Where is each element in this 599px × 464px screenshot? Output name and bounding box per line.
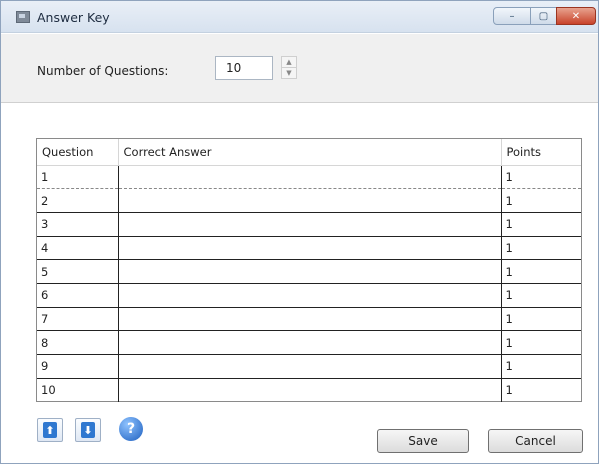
- save-button[interactable]: Save: [377, 429, 469, 453]
- window-controls: – ▢ ✕: [493, 7, 596, 25]
- table-row[interactable]: 8 1: [37, 330, 581, 355]
- points-cell[interactable]: 1: [500, 188, 581, 213]
- question-cell[interactable]: 6: [37, 283, 119, 308]
- points-cell[interactable]: 1: [500, 307, 581, 332]
- column-header-correct-answer[interactable]: Correct Answer: [118, 139, 502, 166]
- table-row[interactable]: 1 1: [37, 164, 581, 190]
- cancel-button[interactable]: Cancel: [488, 429, 583, 453]
- question-cell[interactable]: 5: [37, 259, 119, 284]
- app-icon: [16, 11, 30, 23]
- arrow-down-icon: ⬇: [81, 422, 95, 438]
- answer-key-window: Answer Key – ▢ ✕ Number of Questions: 10…: [0, 0, 599, 464]
- move-up-button[interactable]: ⬆: [37, 418, 63, 442]
- answer-cell[interactable]: [117, 236, 502, 261]
- settings-panel: Number of Questions: 10 ▲ ▼: [1, 34, 598, 102]
- num-questions-spinner[interactable]: ▲ ▼: [281, 56, 297, 80]
- column-header-points[interactable]: Points: [501, 139, 581, 166]
- question-cell[interactable]: 3: [37, 212, 119, 237]
- table-row[interactable]: 7 1: [37, 307, 581, 332]
- maximize-button[interactable]: ▢: [530, 7, 557, 25]
- column-header-question[interactable]: Question: [37, 139, 119, 166]
- question-cell[interactable]: 10: [37, 378, 119, 402]
- table-row[interactable]: 5 1: [37, 259, 581, 284]
- table-row[interactable]: 4 1: [37, 236, 581, 261]
- answer-cell[interactable]: [117, 212, 502, 237]
- spin-down-icon[interactable]: ▼: [281, 67, 297, 79]
- num-questions-label: Number of Questions:: [37, 64, 169, 78]
- table-row[interactable]: 9 1: [37, 354, 581, 379]
- minimize-button[interactable]: –: [493, 7, 531, 25]
- num-questions-input[interactable]: 10: [215, 56, 273, 80]
- points-cell[interactable]: 1: [500, 236, 581, 261]
- table-row[interactable]: 6 1: [37, 283, 581, 308]
- answer-cell[interactable]: [117, 188, 502, 213]
- help-icon[interactable]: ?: [119, 417, 143, 441]
- question-cell[interactable]: 8: [37, 330, 119, 355]
- question-cell[interactable]: 4: [37, 236, 119, 261]
- points-cell[interactable]: 1: [500, 259, 581, 284]
- points-cell[interactable]: 1: [500, 354, 581, 379]
- question-cell[interactable]: 9: [37, 354, 119, 379]
- points-cell[interactable]: 1: [500, 330, 581, 355]
- points-cell[interactable]: 1: [500, 378, 581, 402]
- table-row[interactable]: 3 1: [37, 212, 581, 237]
- close-button[interactable]: ✕: [556, 7, 596, 25]
- title-bar: Answer Key – ▢ ✕: [1, 1, 598, 33]
- question-cell[interactable]: 2: [37, 188, 119, 213]
- answer-cell[interactable]: [117, 164, 502, 190]
- points-cell[interactable]: 1: [500, 212, 581, 237]
- answer-table: Question Correct Answer Points 1 1 2 1 3: [36, 138, 582, 402]
- window-title: Answer Key: [37, 10, 110, 25]
- answer-cell[interactable]: [117, 307, 502, 332]
- arrow-up-icon: ⬆: [43, 422, 57, 438]
- answer-cell[interactable]: [117, 330, 502, 355]
- divider: [1, 102, 598, 103]
- table-header-row: Question Correct Answer Points: [37, 139, 581, 166]
- answer-cell[interactable]: [117, 354, 502, 379]
- answer-cell[interactable]: [117, 378, 502, 402]
- answer-cell[interactable]: [117, 283, 502, 308]
- answer-cell[interactable]: [117, 259, 502, 284]
- question-cell[interactable]: 7: [37, 307, 119, 332]
- table-row[interactable]: 10 1: [37, 378, 581, 402]
- points-cell[interactable]: 1: [500, 283, 581, 308]
- table-row[interactable]: 2 1: [37, 188, 581, 213]
- move-down-button[interactable]: ⬇: [75, 418, 101, 442]
- question-cell[interactable]: 1: [37, 164, 119, 190]
- points-cell[interactable]: 1: [500, 164, 581, 190]
